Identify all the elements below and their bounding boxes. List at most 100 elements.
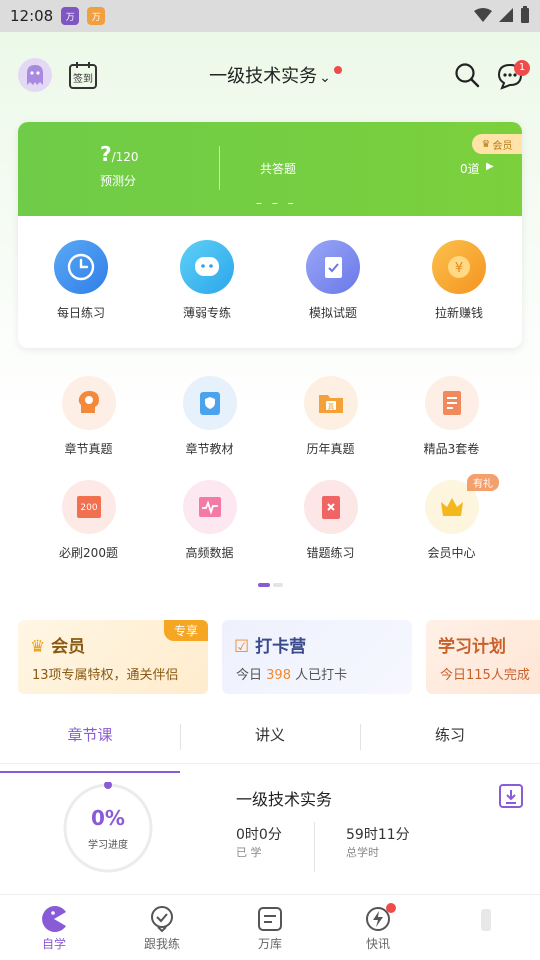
course-tabs: 章节课 讲义 练习 — [0, 716, 540, 773]
grid-item-label: 必刷200题 — [59, 546, 118, 560]
study-plan-banner[interactable]: 学习计划 今日115人完成 — [426, 620, 540, 694]
grid-item-wrong-questions[interactable]: 错题练习 — [270, 480, 391, 561]
total-time-label: 总学时 — [346, 846, 379, 859]
checkin-banner-title: ☑ 打卡营 — [234, 637, 307, 657]
grid-item-high-frequency-data[interactable]: 高频数据 — [149, 480, 270, 561]
nav-label: 万库 — [257, 937, 282, 951]
tab-chapter-lessons[interactable]: 章节课 — [0, 716, 180, 773]
message-badge: 1 — [514, 60, 530, 76]
svg-text:200: 200 — [80, 503, 97, 513]
progress-percent: 0% — [91, 806, 125, 830]
title-notification-dot — [334, 66, 342, 74]
nav-question-bank[interactable]: 万库 — [216, 895, 324, 960]
gift-badge: 有礼 — [467, 474, 499, 491]
status-bar: 12:08 万 万 — [0, 0, 540, 32]
quick-action-mock-exam[interactable]: 模拟试题 — [270, 240, 396, 321]
nav-label: 快讯 — [365, 937, 390, 951]
svg-text:¥: ¥ — [455, 261, 463, 276]
app-notification-icon: 万 — [87, 7, 106, 25]
grid-item-member-center[interactable]: 会员中心 有礼 — [391, 474, 512, 561]
nav-news[interactable]: 快讯 — [324, 895, 432, 960]
nav-follow-practice[interactable]: 跟我练 — [108, 895, 216, 960]
crown-icon: ♛ — [30, 637, 46, 657]
vip-banner[interactable]: ♛ 会员 专享 13项专属特权，通关伴侣 — [18, 620, 208, 694]
download-icon[interactable] — [498, 783, 524, 809]
placeholder-dashes: – – – — [256, 196, 297, 210]
brain-gear-icon — [61, 376, 116, 430]
calendar-check-icon: ☑ — [234, 637, 250, 657]
bottom-navigation: 自学 跟我练 万库 快讯 — [0, 894, 540, 960]
pulse-chart-icon — [182, 480, 237, 534]
stat-divider — [314, 822, 315, 872]
quick-action-label: 模拟试题 — [308, 306, 357, 320]
tab-divider — [180, 724, 181, 750]
grid-item-label: 会员中心 — [427, 546, 476, 560]
quick-action-label: 每日练习 — [56, 306, 105, 320]
page-title: 一级技术实务 — [209, 66, 318, 87]
signal-icon — [499, 8, 513, 22]
search-icon[interactable] — [454, 62, 480, 88]
vip-tag[interactable]: ♛ 会员 — [472, 134, 522, 154]
exclusive-tag: 专享 — [163, 620, 208, 641]
pager-dot-active — [258, 583, 270, 587]
grid-item-label: 章节教材 — [185, 442, 234, 456]
tab-divider — [360, 724, 361, 750]
error-book-icon — [303, 480, 358, 534]
grid-item-label: 章节真题 — [64, 442, 113, 456]
nav-self-study[interactable]: 自学 — [0, 895, 108, 960]
tab-practice[interactable]: 练习 — [360, 716, 540, 763]
feature-grid-row: 200 必刷200题 高频数据 错题练习 会员中心 有礼 — [0, 474, 540, 561]
svg-text:真: 真 — [327, 402, 334, 411]
news-notification-dot — [386, 903, 396, 913]
predicted-score: ?/120 — [100, 142, 139, 166]
shield-book-icon — [182, 376, 237, 430]
divider — [219, 146, 220, 190]
quick-action-referral[interactable]: ¥ 拉新赚钱 — [396, 240, 522, 321]
score-panel[interactable]: ?/120 预测分 共答题 0道 ▶ ♛ 会员 – – – — [18, 122, 522, 216]
quick-action-daily-practice[interactable]: 每日练习 — [18, 240, 144, 321]
grid-item-premium-papers[interactable]: 精品3套卷 — [391, 376, 512, 457]
grid-item-chapter-textbook[interactable]: 章节教材 — [149, 376, 270, 457]
yuan-coin-icon: ¥ — [432, 240, 486, 294]
vip-banner-title: ♛ 会员 — [30, 637, 86, 657]
quick-action-weak-practice[interactable]: 薄弱专练 — [144, 240, 270, 321]
grid-item-label: 历年真题 — [306, 442, 355, 456]
list-doc-icon — [256, 905, 284, 933]
grid-item-must-do-200[interactable]: 200 必刷200题 — [28, 480, 149, 561]
quick-action-label: 拉新赚钱 — [434, 306, 483, 320]
quick-action-label: 薄弱专练 — [182, 306, 231, 320]
nav-profile-faded[interactable] — [432, 895, 540, 960]
grid-item-label: 高频数据 — [185, 546, 234, 560]
play-arrow-icon: ▶ — [486, 161, 494, 172]
folder-zhen-icon: 真 — [303, 376, 358, 430]
course-title[interactable]: 一级技术实务 — [236, 786, 332, 810]
score-card: ?/120 预测分 共答题 0道 ▶ ♛ 会员 – – – 每日练习 薄弱专练 模 — [18, 122, 522, 348]
checkin-banner-subtitle: 今日 398 人已打卡 — [236, 668, 348, 683]
profile-icon — [472, 905, 500, 933]
pager-dot — [273, 583, 283, 587]
total-answered-label: 共答题 — [260, 162, 297, 176]
study-plan-banner-subtitle: 今日115人完成 — [440, 668, 530, 683]
book-200-icon: 200 — [61, 480, 116, 534]
checkin-banner[interactable]: ☑ 打卡营 今日 398 人已打卡 — [222, 620, 412, 694]
battery-icon — [521, 6, 529, 23]
nav-label: 自学 — [41, 937, 66, 951]
grid-pager — [258, 583, 283, 587]
crown-icon: ♛ — [481, 138, 491, 150]
pacman-icon — [40, 905, 68, 933]
checkin-count: 398 — [266, 668, 291, 683]
total-time-value: 59时11分 — [346, 827, 410, 843]
document-list-icon — [424, 376, 479, 430]
tab-handouts[interactable]: 讲义 — [180, 716, 360, 763]
studied-time-label: 已 学 — [236, 846, 262, 859]
grid-item-label: 错题练习 — [306, 546, 355, 560]
quick-actions: 每日练习 薄弱专练 模拟试题 ¥ 拉新赚钱 — [18, 240, 522, 321]
top-header: 签到 一级技术实务 ⌄ — [0, 52, 540, 100]
grid-item-past-exams[interactable]: 真 历年真题 — [270, 376, 391, 457]
grid-item-chapter-questions[interactable]: 章节真题 — [28, 376, 149, 457]
wifi-icon — [474, 8, 492, 22]
exam-paper-icon — [306, 240, 360, 294]
feature-grid-row: 章节真题 章节教材 真 历年真题 精品3套卷 — [0, 376, 540, 457]
total-answered-value: 0道 — [460, 162, 480, 176]
progress-label: 学习进度 — [88, 840, 128, 851]
